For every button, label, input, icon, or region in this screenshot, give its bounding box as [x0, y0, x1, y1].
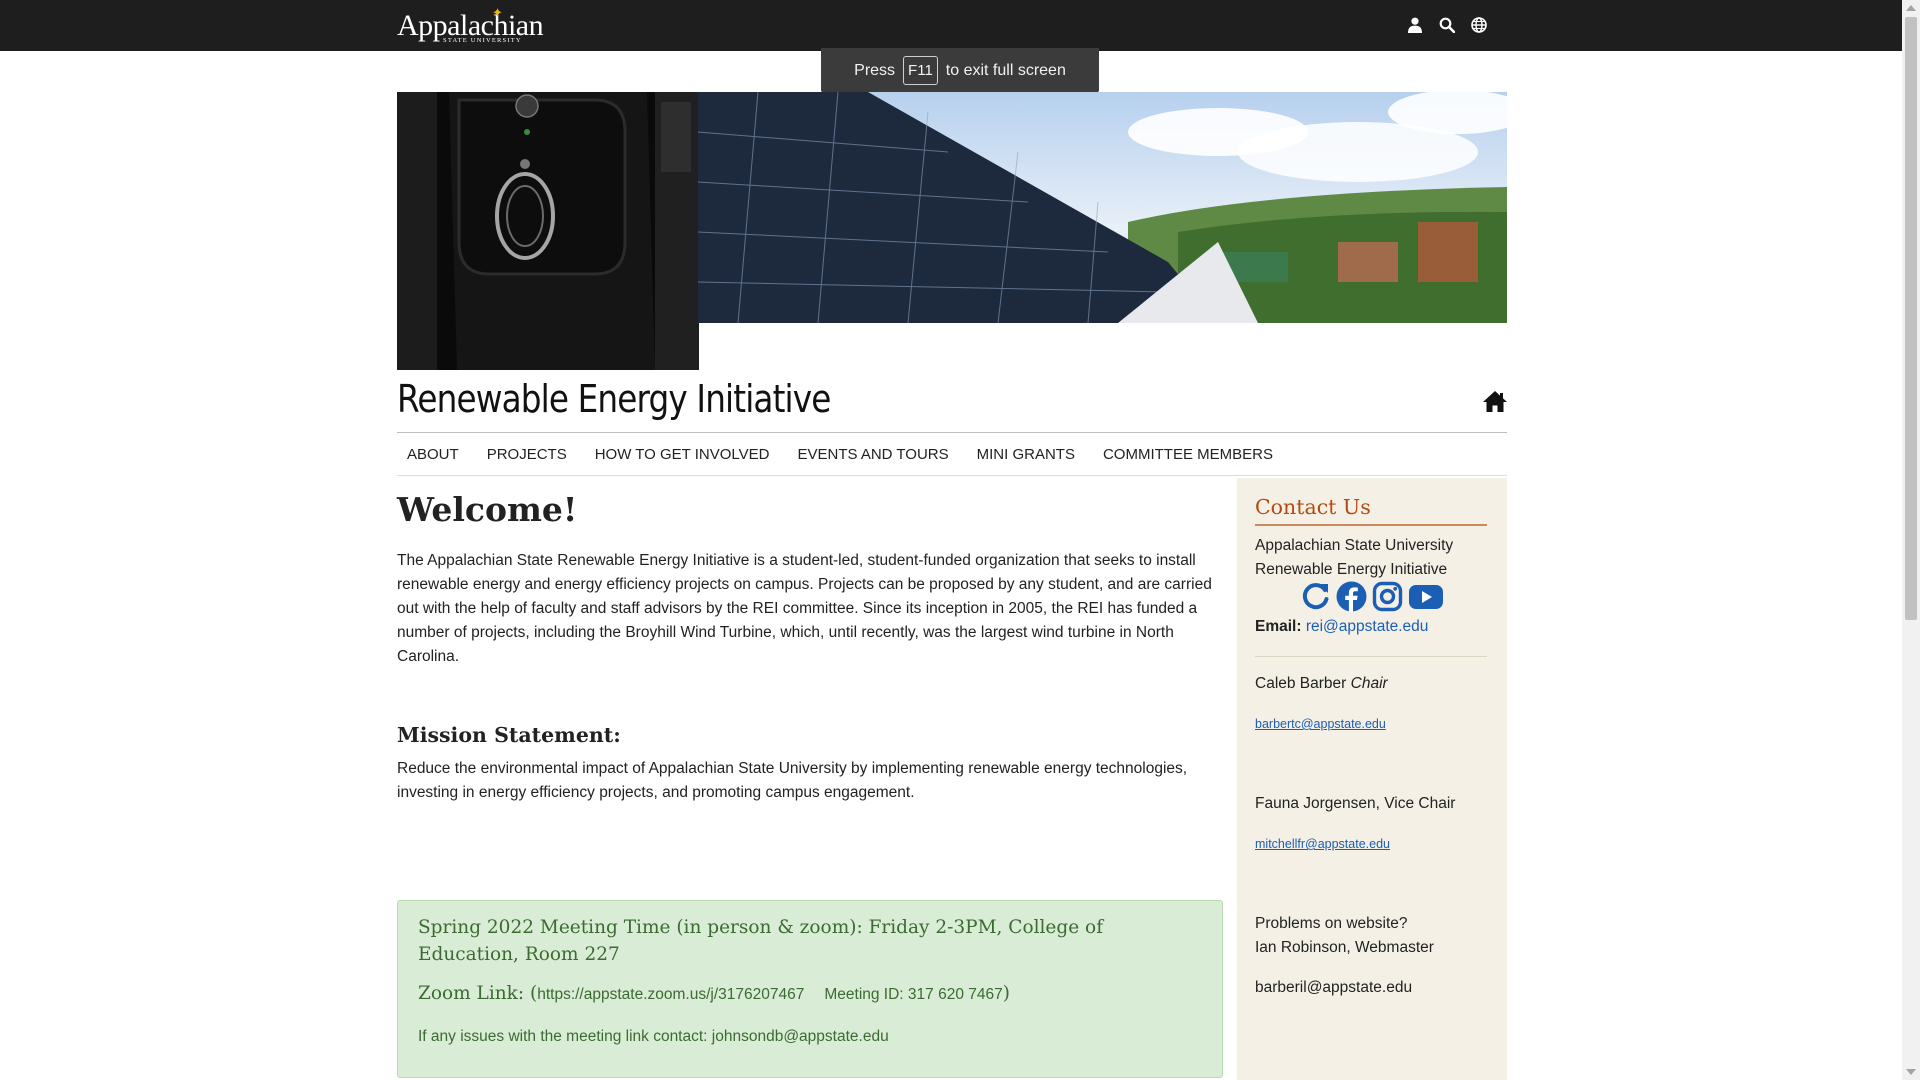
meeting-time: Spring 2022 Meeting Time (in person & zo… [418, 917, 1104, 965]
welcome-heading: Welcome! [397, 490, 578, 529]
fullscreen-key: F11 [903, 56, 938, 85]
intro-paragraph: The Appalachian State Renewable Energy I… [397, 552, 1212, 665]
zoom-close-paren: ) [1002, 983, 1010, 1004]
chair-email-link[interactable]: barbertc@appstate.edu [1255, 717, 1386, 731]
logo-mountain-icon: ✦ [492, 5, 503, 20]
contact-sidebar: Contact Us Appalachian State University … [1237, 478, 1507, 1080]
zoom-line: Zoom Link: (https://appstate.zoom.us/j/3… [418, 983, 1010, 1004]
website-problems: Problems on website? [1255, 915, 1408, 932]
home-icon[interactable] [1482, 390, 1508, 414]
meeting-info-box: Spring 2022 Meeting Time (in person & zo… [397, 900, 1223, 1078]
banner-charger-photo [397, 92, 699, 370]
sidebar-divider [1255, 656, 1487, 657]
globe-icon[interactable] [1469, 13, 1489, 37]
user-icon[interactable] [1405, 13, 1425, 37]
nav-item-about[interactable]: ABOUT [397, 446, 470, 463]
nav-item-projects[interactable]: PROJECTS [477, 446, 578, 463]
scroll-down-arrow-icon[interactable] [1906, 1069, 1916, 1075]
mission-heading: Mission Statement: [397, 723, 621, 747]
nav-item-committee-members[interactable]: COMMITTEE MEMBERS [1093, 446, 1284, 463]
email-label: Email: [1255, 618, 1302, 635]
zoom-link[interactable]: https://appstate.zoom.us/j/3176207467 [537, 986, 804, 1003]
fullscreen-notice: Press F11 to exit full screen [821, 48, 1099, 93]
vice-chair-email-link[interactable]: mitchellfr@appstate.edu [1255, 837, 1390, 851]
mission-paragraph: Reduce the environmental impact of Appal… [397, 760, 1188, 801]
fullscreen-notice-after: to exit full screen [945, 61, 1066, 79]
logo-subtext: STATE UNIVERSITY [443, 37, 522, 44]
chair-name: Caleb Barber [1255, 675, 1347, 692]
top-bar: Appalachian ✦ STATE UNIVERSITY [0, 0, 1902, 51]
instagram-icon[interactable] [1372, 581, 1403, 612]
banner-solar-panels-photo [698, 92, 1507, 323]
meeting-id: Meeting ID: 317 620 7467 [824, 986, 1003, 1003]
refresh-icon[interactable] [1300, 581, 1331, 612]
rei-email-link[interactable]: rei@appstate.edu [1306, 618, 1429, 635]
nav-item-how-to-get-involved[interactable]: HOW TO GET INVOLVED [585, 446, 781, 463]
org-line-1: Appalachian State University [1255, 537, 1454, 554]
fullscreen-notice-before: Press [854, 61, 896, 79]
chair-line: Caleb Barber Chair [1255, 672, 1388, 696]
nav-item-mini-grants[interactable]: MINI GRANTS [967, 446, 1086, 463]
nav-item-events-and-tours[interactable]: EVENTS AND TOURS [787, 446, 959, 463]
contact-heading: Contact Us [1255, 495, 1371, 519]
appalachian-logo[interactable]: Appalachian ✦ STATE UNIVERSITY [397, 5, 547, 46]
chair-role: Chair [1350, 675, 1388, 692]
top-icon-group [1405, 13, 1489, 37]
page-scrollbar[interactable] [1902, 0, 1920, 1080]
webmaster-email: barberil@appstate.edu [1255, 979, 1413, 996]
site-title[interactable]: Renewable Energy Initiative [397, 377, 831, 421]
meeting-contact: If any issues with the meeting link cont… [418, 1028, 889, 1045]
scroll-up-arrow-icon[interactable] [1906, 5, 1916, 11]
youtube-icon[interactable] [1408, 581, 1443, 612]
contact-heading-rule [1255, 524, 1487, 526]
scroll-thumb[interactable] [1905, 17, 1917, 620]
vice-chair-line: Fauna Jorgensen, Vice Chair [1255, 795, 1456, 812]
org-line-2: Renewable Energy Initiative [1255, 561, 1448, 578]
search-icon[interactable] [1437, 13, 1457, 37]
email-line: Email: rei@appstate.edu [1255, 615, 1428, 639]
main-nav: ABOUT PROJECTS HOW TO GET INVOLVED EVENT… [397, 433, 1507, 476]
webmaster-name: Ian Robinson, Webmaster [1255, 939, 1434, 956]
zoom-label: Zoom Link: ( [418, 983, 538, 1004]
facebook-icon[interactable] [1336, 581, 1367, 612]
social-icons [1300, 581, 1443, 612]
